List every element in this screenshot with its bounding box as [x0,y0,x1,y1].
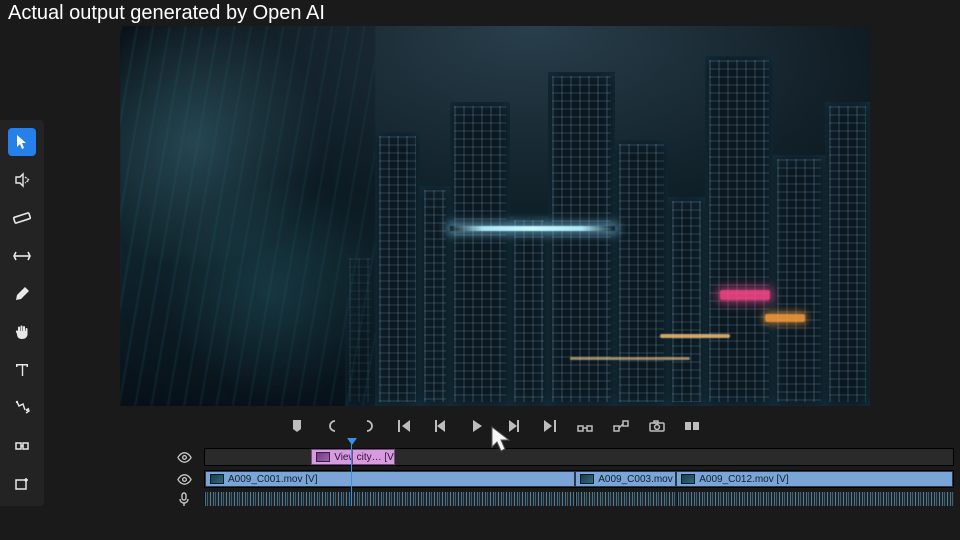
remix-tool[interactable] [8,394,36,422]
track-select-forward-tool[interactable] [8,166,36,194]
go-to-out-button[interactable] [540,417,558,435]
clip-thumbnail [580,474,594,484]
eye-icon[interactable] [170,472,198,487]
clip-label: A009_C003.mov [V] [598,474,676,485]
eye-icon[interactable] [170,450,198,465]
audio-waveform[interactable] [204,492,575,506]
overlay-caption: Actual output generated by Open AI [8,2,325,25]
track-row: A009_C001.mov [V] A009_C003.mov [V] A009_C… [170,470,954,488]
extract-button[interactable] [612,417,630,435]
timeline-clip[interactable]: A009_C003.mov [V] [575,471,676,487]
step-back-button[interactable] [432,417,450,435]
timeline-clip[interactable]: city… [V] [352,449,395,465]
clip-label: A009_C012.mov [V] [699,474,789,485]
mic-icon[interactable] [170,492,198,507]
mark-out-button[interactable] [360,417,378,435]
audio-waveform[interactable] [575,492,676,506]
audio-lane[interactable] [204,492,954,506]
video-lane[interactable]: A009_C001.mov [V] A009_C003.mov [V] A009_C… [204,470,954,488]
export-frame-button[interactable] [648,417,666,435]
type-tool[interactable] [8,356,36,384]
timeline-clip[interactable]: View [311,449,351,465]
timeline-clip[interactable]: A009_C012.mov [V] [676,471,953,487]
clip-thumbnail [681,474,695,484]
transport-controls [120,412,870,440]
tools-panel [0,120,44,506]
rate-stretch-tool[interactable] [8,242,36,270]
slip-tool[interactable] [8,432,36,460]
clip-label: city… [V] [357,452,395,463]
timeline-panel: View city… [V] A009_C001.mov [V] A009_C003.… [60,448,960,506]
selection-tool[interactable] [8,128,36,156]
clip-label: View [334,452,351,463]
track-row: View city… [V] [170,448,954,466]
playhead[interactable] [351,444,352,506]
step-forward-button[interactable] [504,417,522,435]
main-column: View city… [V] A009_C001.mov [V] A009_C003.… [0,0,960,540]
app-root: View city… [V] A009_C001.mov [V] A009_C003.… [0,0,960,540]
go-to-in-button[interactable] [396,417,414,435]
play-pause-button[interactable] [468,417,486,435]
pen-tool[interactable] [8,280,36,308]
mark-in-button[interactable] [324,417,342,435]
add-edit-tool[interactable] [8,470,36,498]
button-editor-button[interactable] [684,417,702,435]
video-lane[interactable]: View city… [V] [204,448,954,466]
add-marker-button[interactable] [288,417,306,435]
program-monitor[interactable] [120,26,870,406]
timeline-clip[interactable]: A009_C001.mov [V] [205,471,575,487]
hand-tool[interactable] [8,318,36,346]
clip-thumbnail [316,452,330,462]
clip-label: A009_C001.mov [V] [228,474,318,485]
ripple-edit-tool[interactable] [8,204,36,232]
clip-thumbnail [210,474,224,484]
audio-waveform[interactable] [677,492,955,506]
track-row [170,492,954,506]
lift-button[interactable] [576,417,594,435]
